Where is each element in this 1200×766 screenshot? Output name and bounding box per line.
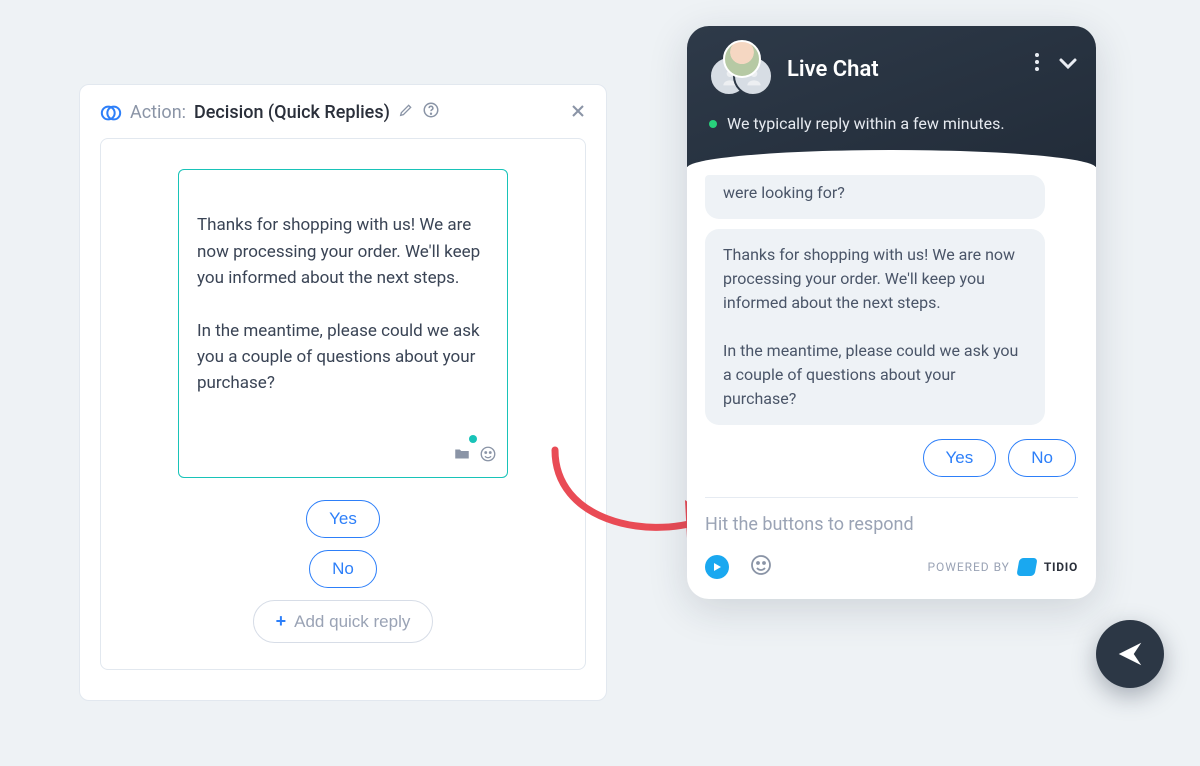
powered-by[interactable]: POWERED BY TIDIO <box>928 558 1078 576</box>
builder-header: Action: Decision (Quick Replies) <box>100 101 586 124</box>
add-quick-reply-button[interactable]: + Add quick reply <box>253 600 434 643</box>
chat-bubble: Thanks for shopping with us! We are now … <box>705 229 1045 425</box>
folder-icon[interactable] <box>453 419 471 472</box>
chat-body: were looking for? Thanks for shopping wi… <box>687 167 1096 497</box>
minimize-chevron-icon[interactable] <box>1058 55 1078 74</box>
send-fab[interactable] <box>1096 620 1164 688</box>
add-quick-reply-label: Add quick reply <box>294 612 410 632</box>
action-label: Action: <box>130 102 186 123</box>
help-icon[interactable] <box>422 101 440 124</box>
chat-widget: Live Chat We typically reply within a fe… <box>687 26 1096 599</box>
tidio-logo-icon <box>1016 558 1037 576</box>
edit-icon[interactable] <box>398 102 414 123</box>
quick-reply-yes[interactable]: Yes <box>306 500 380 538</box>
chat-input[interactable]: Hit the buttons to respond <box>705 514 1078 535</box>
avatar-stack <box>709 46 771 92</box>
avatar <box>723 40 761 78</box>
chat-bubble: were looking for? <box>705 175 1045 219</box>
powered-by-label: POWERED BY <box>928 560 1010 574</box>
message-text: Thanks for shopping with us! We are now … <box>197 215 480 393</box>
emoji-icon[interactable] <box>749 553 773 581</box>
quick-reply-yes[interactable]: Yes <box>923 439 997 477</box>
audio-play-icon[interactable] <box>705 555 729 579</box>
status-dot-icon <box>709 120 717 128</box>
header-wave <box>687 150 1096 168</box>
chat-footer: Hit the buttons to respond POWERED BY TI… <box>705 497 1078 599</box>
brand-name: TIDIO <box>1044 560 1078 574</box>
quick-reply-list: Yes No + Add quick reply <box>253 500 434 643</box>
chat-title: Live Chat <box>787 57 879 82</box>
decision-icon <box>100 102 122 124</box>
message-editor[interactable]: Thanks for shopping with us! We are now … <box>178 169 508 478</box>
status-text: We typically reply within a few minutes. <box>727 114 1005 133</box>
quick-reply-no[interactable]: No <box>309 550 377 588</box>
action-name: Decision (Quick Replies) <box>194 102 390 123</box>
builder-body: Thanks for shopping with us! We are now … <box>100 138 586 670</box>
chat-header: Live Chat We typically reply within a fe… <box>687 26 1096 167</box>
quick-reply-row: Yes No <box>705 439 1076 477</box>
editor-tools <box>453 419 497 472</box>
close-icon[interactable] <box>568 101 588 126</box>
quick-reply-no[interactable]: No <box>1008 439 1076 477</box>
emoji-icon[interactable] <box>479 419 497 472</box>
plus-icon: + <box>276 611 287 632</box>
builder-panel: Action: Decision (Quick Replies) Thanks … <box>79 84 607 701</box>
kebab-menu-icon[interactable] <box>1034 52 1040 76</box>
status-line: We typically reply within a few minutes. <box>709 114 1074 133</box>
